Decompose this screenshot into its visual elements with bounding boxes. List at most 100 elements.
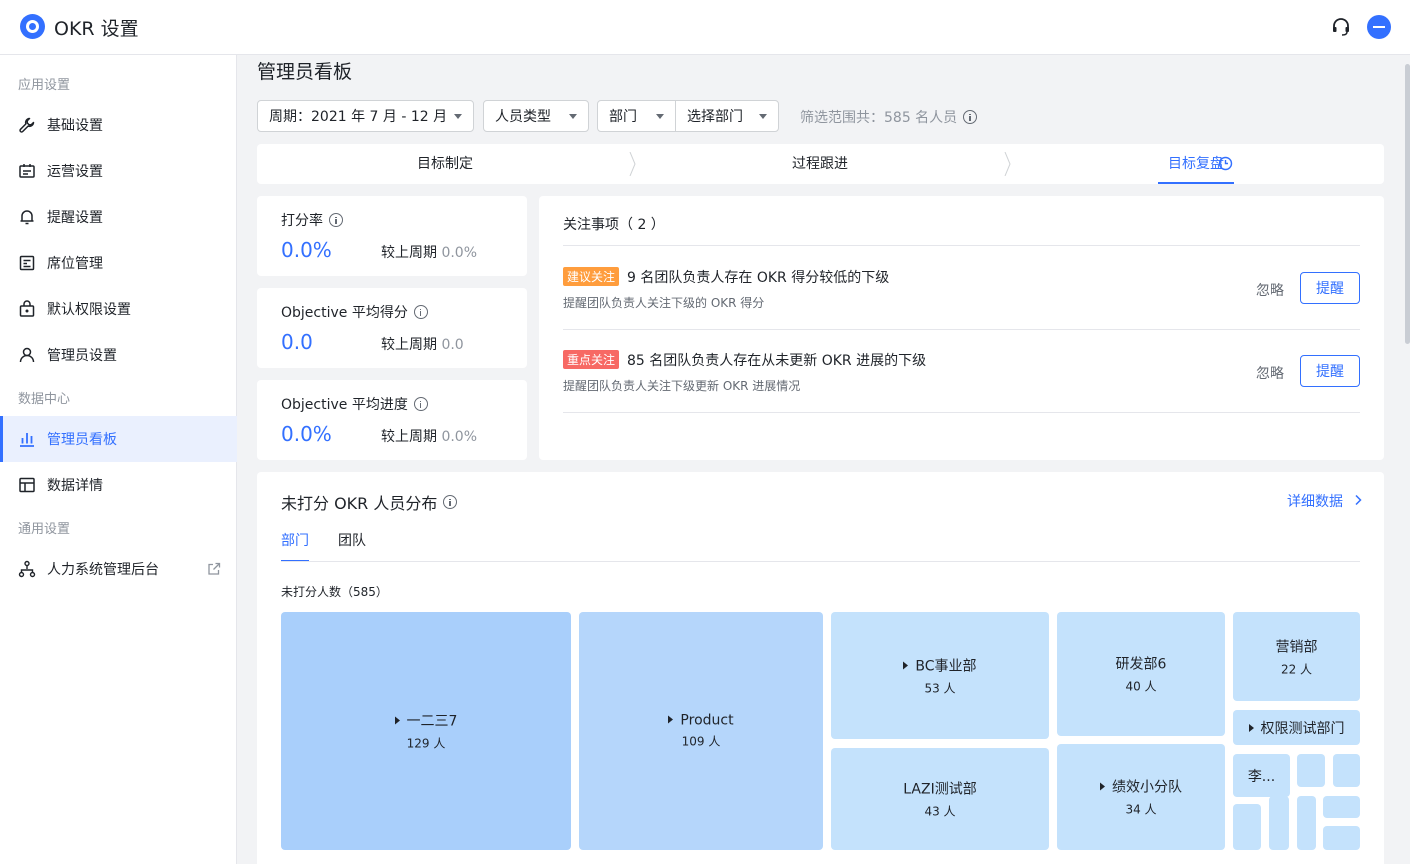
page-title: 管理员看板 bbox=[257, 61, 353, 83]
treemap-block-name: LAZI测试部 bbox=[903, 781, 977, 798]
step-goal-setting[interactable]: 目标制定 bbox=[407, 144, 483, 184]
dept-select[interactable]: 部门 bbox=[597, 100, 676, 132]
treemap-block[interactable]: Product 109 人 bbox=[579, 612, 823, 850]
attention-item-text: 建议关注 9 名团队负责人存在 OKR 得分较低的下级 bbox=[563, 267, 889, 287]
sidebar-item-label: 提醒设置 bbox=[47, 210, 103, 226]
detail-data-link[interactable]: 详细数据 bbox=[1287, 491, 1363, 511]
sidebar-item-permission-settings[interactable]: 默认权限设置 bbox=[0, 286, 237, 332]
person-type-select[interactable]: 人员类型 bbox=[483, 100, 589, 132]
metric-compare-value: 0.0% bbox=[441, 245, 478, 261]
caret-down-icon bbox=[569, 113, 577, 119]
sidebar-item-label: 管理员设置 bbox=[47, 348, 117, 364]
sidebar-item-basic-settings[interactable]: 基础设置 bbox=[0, 102, 237, 148]
sidebar-item-seat-management[interactable]: 席位管理 bbox=[0, 240, 237, 286]
metric-value: 0.0% bbox=[281, 422, 332, 446]
sidebar-item-label: 人力系统管理后台 bbox=[47, 562, 159, 578]
step-process-tracking[interactable]: 过程跟进 bbox=[783, 144, 857, 184]
metric-label: Objective 平均进度 bbox=[281, 394, 428, 414]
attention-title: 关注事项（ 2 ） bbox=[563, 217, 665, 233]
attention-item-main: 85 名团队负责人存在从未更新 OKR 进展的下级 bbox=[627, 353, 927, 369]
treemap-block-small[interactable] bbox=[1323, 826, 1360, 850]
period-select-value: 周期：2021 年 7 月 - 12 月 bbox=[269, 109, 448, 125]
expand-arrow-icon bbox=[1248, 723, 1254, 732]
metric-card-score-rate: 打分率 0.0% 较上周期 0.0% bbox=[257, 196, 527, 276]
sidebar-item-ops-settings[interactable]: 运营设置 bbox=[0, 148, 237, 194]
treemap-block-count: 129 人 bbox=[406, 736, 446, 751]
app-title: OKR 设置 bbox=[54, 18, 139, 40]
chevron-right-icon bbox=[1355, 494, 1363, 506]
treemap-block[interactable]: BC事业部 53 人 bbox=[831, 612, 1049, 739]
sidebar-item-data-details[interactable]: 数据详情 bbox=[0, 462, 237, 508]
sidebar-item-admin-settings[interactable]: 管理员设置 bbox=[0, 332, 237, 378]
info-icon[interactable] bbox=[413, 397, 428, 411]
metric-label-text: Objective 平均进度 bbox=[281, 397, 408, 413]
distribution-card: 未打分 OKR 人员分布 详细数据 部门 团队 未打分人数（585） 一二三7 1… bbox=[257, 472, 1384, 864]
attention-card: 关注事项（ 2 ） 建议关注 9 名团队负责人存在 OKR 得分较低的下级 提醒团… bbox=[539, 196, 1384, 460]
treemap-block[interactable]: 研发部6 40 人 bbox=[1057, 612, 1225, 736]
avatar[interactable] bbox=[1367, 15, 1391, 39]
info-icon[interactable] bbox=[329, 213, 343, 227]
treemap-block-small[interactable] bbox=[1333, 754, 1360, 787]
treemap-block-name: 绩效小分队 bbox=[1112, 779, 1182, 796]
info-icon[interactable] bbox=[413, 305, 428, 319]
info-icon[interactable] bbox=[963, 110, 978, 124]
step-label: 目标复盘 bbox=[1168, 156, 1224, 172]
external-link-icon[interactable] bbox=[207, 562, 221, 576]
tab-department[interactable]: 部门 bbox=[281, 530, 309, 562]
stage-steps: 目标制定 过程跟进 目标复盘 bbox=[257, 144, 1384, 184]
remind-button[interactable]: 提醒 bbox=[1300, 272, 1360, 304]
step-goal-review[interactable]: 目标复盘 bbox=[1158, 144, 1234, 184]
caret-down-icon bbox=[656, 113, 664, 119]
treemap-block-name: 营销部 bbox=[1275, 639, 1318, 655]
sidebar-group-app-settings: 应用设置 bbox=[18, 78, 71, 93]
treemap-block-small[interactable] bbox=[1269, 796, 1289, 850]
sidebar-item-reminder-settings[interactable]: 提醒设置 bbox=[0, 194, 237, 240]
ignore-button[interactable]: 忽略 bbox=[1256, 280, 1284, 300]
clock-icon bbox=[1218, 156, 1233, 171]
choose-dept-select[interactable]: 选择部门 bbox=[675, 100, 779, 132]
divider bbox=[563, 245, 1360, 246]
treemap-block[interactable]: LAZI测试部 43 人 bbox=[831, 748, 1049, 850]
step-separator-icon bbox=[629, 152, 636, 176]
metric-label-text: 打分率 bbox=[281, 213, 323, 229]
expand-arrow-icon bbox=[903, 661, 909, 669]
treemap-block-count: 109 人 bbox=[681, 734, 721, 749]
distribution-title-text: 未打分 OKR 人员分布 bbox=[281, 494, 438, 513]
attention-item-text: 重点关注 85 名团队负责人存在从未更新 OKR 进展的下级 bbox=[563, 350, 926, 370]
treemap-block-small[interactable] bbox=[1297, 754, 1325, 787]
treemap-block-name: BC事业部 bbox=[915, 658, 977, 674]
filter-summary: 筛选范围共：585 名人员 bbox=[800, 107, 978, 127]
sidebar: 应用设置 基础设置 运营设置 提醒设置 席位管理 默认权限设置 管理员设置 数据… bbox=[0, 55, 237, 864]
info-icon[interactable] bbox=[443, 495, 458, 509]
treemap-block[interactable]: 营销部 22 人 bbox=[1233, 612, 1360, 701]
treemap-block-name: 权限测试部门 bbox=[1260, 720, 1345, 737]
distribution-title: 未打分 OKR 人员分布 bbox=[281, 490, 458, 514]
treemap-block[interactable]: 绩效小分队 34 人 bbox=[1057, 744, 1225, 850]
tab-team[interactable]: 团队 bbox=[338, 530, 366, 562]
ignore-button[interactable]: 忽略 bbox=[1256, 363, 1284, 383]
sidebar-item-label: 席位管理 bbox=[47, 256, 103, 272]
step-separator-icon bbox=[1004, 152, 1011, 176]
divider bbox=[563, 412, 1360, 413]
filter-summary-text: 筛选范围共：585 名人员 bbox=[800, 110, 958, 126]
lock-icon bbox=[19, 300, 35, 317]
treemap-block-small[interactable] bbox=[1233, 804, 1261, 850]
treemap-block-small[interactable] bbox=[1323, 796, 1360, 818]
sidebar-item-hr-admin[interactable]: 人力系统管理后台 bbox=[0, 546, 237, 592]
treemap-block[interactable]: 李... bbox=[1233, 754, 1290, 797]
treemap-block[interactable]: 一二三7 129 人 bbox=[281, 612, 571, 850]
headset-icon[interactable] bbox=[1330, 16, 1352, 38]
treemap-block-small[interactable] bbox=[1297, 796, 1316, 850]
person-type-select-value: 人员类型 bbox=[495, 109, 551, 125]
remind-button[interactable]: 提醒 bbox=[1300, 355, 1360, 387]
sidebar-item-label: 管理员看板 bbox=[47, 432, 117, 448]
scrollbar-thumb[interactable] bbox=[1405, 64, 1410, 344]
metric-compare: 较上周期 0.0% bbox=[381, 426, 477, 446]
metric-compare: 较上周期 0.0 bbox=[381, 334, 464, 354]
top-header: OKR 设置 bbox=[0, 0, 1410, 55]
sidebar-item-admin-dashboard[interactable]: 管理员看板 bbox=[0, 416, 237, 462]
metric-label: Objective 平均得分 bbox=[281, 302, 428, 322]
bell-icon bbox=[20, 210, 34, 225]
treemap-block[interactable]: 权限测试部门 bbox=[1233, 710, 1360, 745]
period-select[interactable]: 周期：2021 年 7 月 - 12 月 bbox=[257, 100, 474, 132]
